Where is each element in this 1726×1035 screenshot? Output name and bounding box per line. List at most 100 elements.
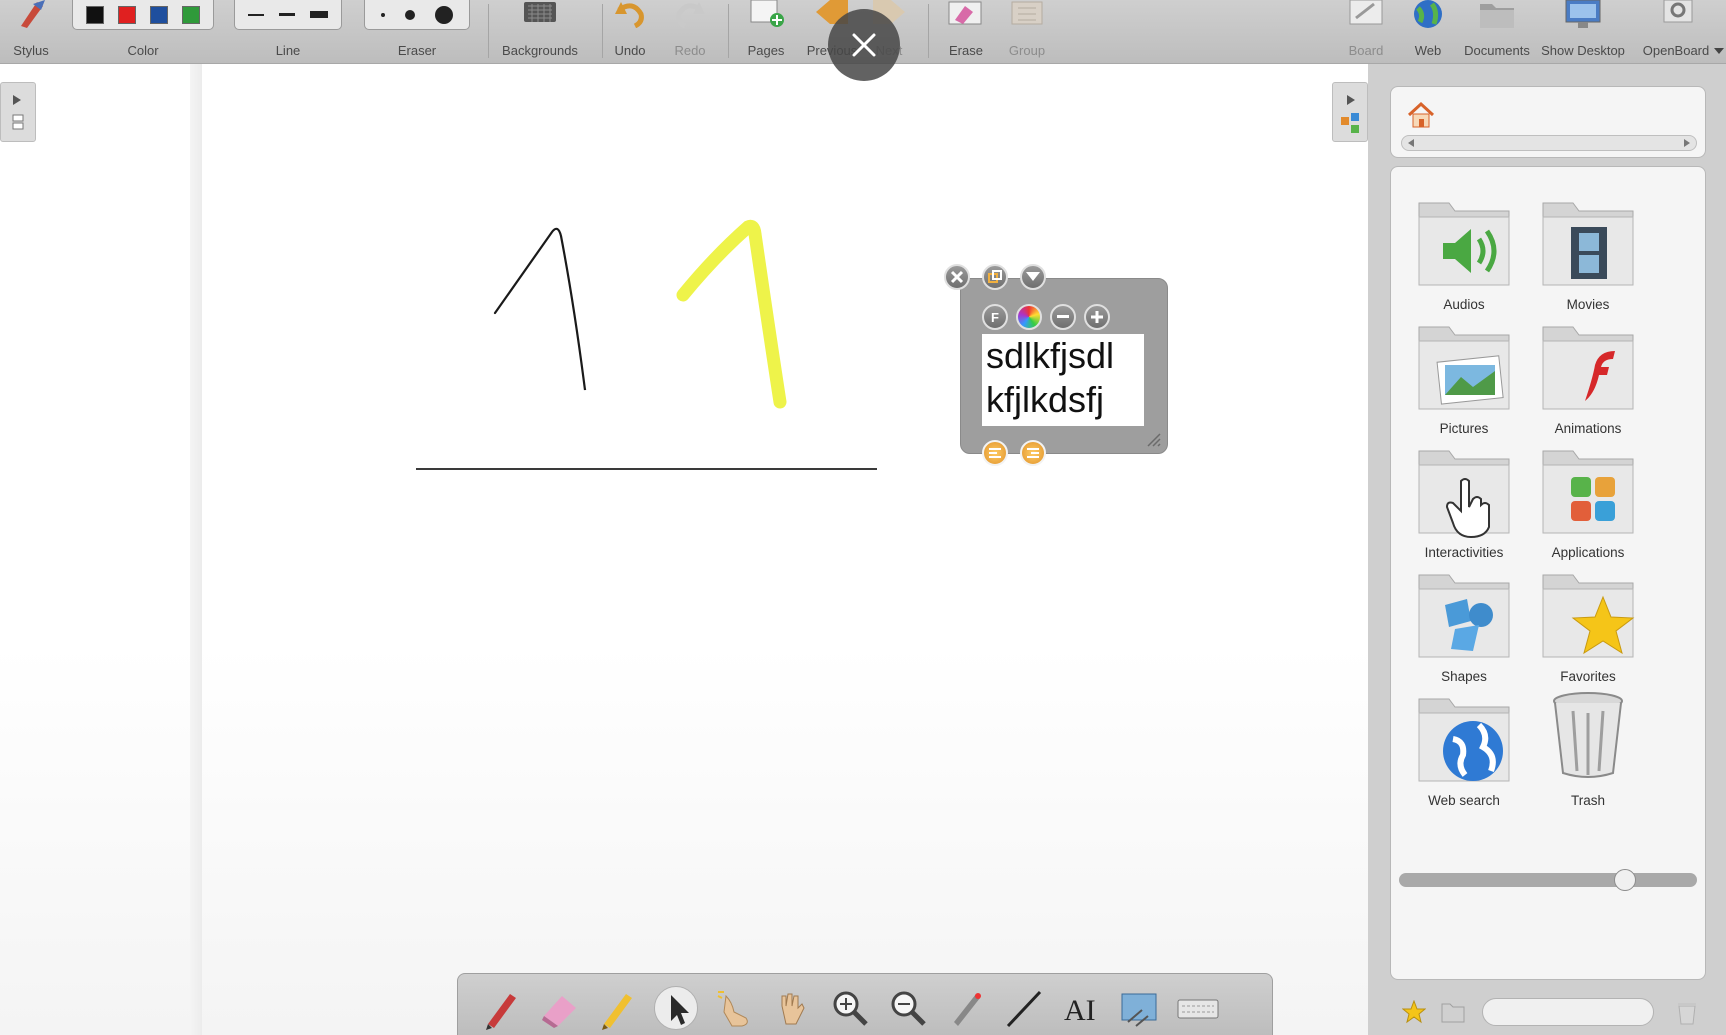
- text-icon: AI: [1064, 994, 1096, 1027]
- library-item-interactivities[interactable]: Interactivities: [1409, 431, 1519, 560]
- hand-icon: [781, 993, 805, 1025]
- library-items-grid: Audios Movies Pictures Animations Intera…: [1390, 166, 1706, 980]
- tool-hand[interactable]: [770, 986, 814, 1030]
- toolbar-undo-button[interactable]: Undo: [608, 0, 652, 64]
- text-align-right-button[interactable]: [1020, 440, 1046, 466]
- drawing-strokes: [416, 219, 877, 470]
- toolbar-show-desktop-button[interactable]: Show Desktop: [1540, 0, 1626, 64]
- eraser-large-option[interactable]: [435, 5, 453, 24]
- text-size-increase-button[interactable]: [1084, 304, 1110, 330]
- hand-pointer-icon: [1418, 450, 1510, 539]
- speaker-icon: [1418, 202, 1510, 286]
- backgrounds-icon: [524, 2, 556, 22]
- plus-icon: [1091, 311, 1103, 323]
- library-bottom-bar: [1390, 996, 1720, 1032]
- close-icon: [950, 270, 964, 284]
- color-swatch-green[interactable]: [182, 5, 200, 24]
- library-zoom-slider[interactable]: [1399, 869, 1697, 891]
- scroll-right-icon[interactable]: [1682, 138, 1692, 148]
- tool-text[interactable]: AI: [1060, 986, 1104, 1030]
- tool-capture[interactable]: [1118, 986, 1162, 1030]
- line-medium-option[interactable]: [278, 13, 295, 16]
- selector-icon: [671, 995, 689, 1025]
- library-item-applications[interactable]: Applications: [1533, 431, 1643, 560]
- delete-icon[interactable]: [1676, 1000, 1698, 1026]
- library-item-pictures[interactable]: Pictures: [1409, 307, 1519, 436]
- chevron-down-icon: [1026, 272, 1040, 281]
- tool-pen[interactable]: [480, 986, 524, 1030]
- toolbar-color-group: Color: [72, 0, 214, 64]
- library-zoom-slider-thumb[interactable]: [1614, 869, 1636, 891]
- new-folder-icon[interactable]: [1440, 1000, 1466, 1024]
- text-box-menu-button[interactable]: [1020, 264, 1046, 290]
- line-thin-option[interactable]: [248, 13, 265, 16]
- tool-selector[interactable]: [654, 986, 698, 1030]
- bottom-tool-palette: AI: [457, 973, 1273, 1035]
- web-globe-icon: [1414, 0, 1442, 28]
- toolbar-group-button[interactable]: Group: [1002, 0, 1052, 64]
- toolbar-redo-button[interactable]: Redo: [668, 0, 712, 64]
- library-item-trash[interactable]: Trash: [1533, 679, 1643, 808]
- board-icon: [1349, 0, 1383, 25]
- toolbar-stylus-button[interactable]: Stylus: [4, 0, 58, 64]
- tool-interact[interactable]: [712, 986, 756, 1030]
- eraser-small-option[interactable]: [381, 12, 385, 17]
- close-overlay-button[interactable]: [828, 9, 900, 81]
- tool-zoom-out[interactable]: [886, 986, 930, 1030]
- erase-all-icon: [948, 1, 982, 25]
- picture-icon: [1418, 326, 1510, 410]
- library-item-shapes[interactable]: Shapes: [1409, 555, 1519, 684]
- library-item-audios[interactable]: Audios: [1409, 183, 1519, 312]
- tool-zoom-in[interactable]: [828, 986, 872, 1030]
- apps-icon: [1542, 450, 1634, 534]
- capture-icon: [1121, 993, 1157, 1027]
- add-to-favorites-icon[interactable]: [1402, 1000, 1426, 1024]
- text-box-close-button[interactable]: [944, 264, 970, 290]
- toolbar-pages-button[interactable]: Pages: [744, 0, 788, 64]
- library-item-web-search[interactable]: Web search: [1409, 679, 1519, 808]
- interact-icon: [717, 991, 748, 1027]
- show-desktop-icon: [1565, 0, 1601, 28]
- group-icon: [1011, 1, 1043, 25]
- tool-virtual-keyboard[interactable]: [1176, 986, 1220, 1030]
- tool-laser-pointer[interactable]: [944, 986, 988, 1030]
- whiteboard-canvas[interactable]: F sdlkfjsdl kfjlkdsfj: [0, 64, 1368, 1035]
- keyboard-icon: [1177, 999, 1219, 1019]
- marker-icon: [602, 994, 632, 1030]
- eraser-medium-option[interactable]: [405, 9, 415, 20]
- color-swatch-blue[interactable]: [150, 5, 168, 24]
- scroll-left-icon[interactable]: [1406, 138, 1416, 148]
- text-size-decrease-button[interactable]: [1050, 304, 1076, 330]
- toolbar-openboard-menu[interactable]: OpenBoard: [1636, 0, 1724, 64]
- library-item-favorites[interactable]: Favorites: [1533, 555, 1643, 684]
- text-font-button[interactable]: F: [982, 304, 1008, 330]
- toolbar-backgrounds-button[interactable]: Backgrounds: [498, 0, 582, 64]
- zoom-in-icon: [833, 991, 868, 1026]
- svg-text:AI: AI: [1064, 994, 1096, 1027]
- line-thick-option[interactable]: [309, 11, 328, 18]
- toolbar-erase-button[interactable]: Erase: [942, 0, 990, 64]
- library-search-input[interactable]: [1482, 998, 1654, 1026]
- text-box-content[interactable]: sdlkfjsdl kfjlkdsfj: [982, 334, 1144, 426]
- pen-icon: [486, 994, 516, 1030]
- text-color-button[interactable]: [1016, 304, 1042, 330]
- color-swatch-black[interactable]: [86, 5, 104, 24]
- align-icon: [1027, 448, 1039, 458]
- font-icon: F: [991, 309, 999, 325]
- duplicate-icon: [988, 270, 1002, 283]
- tool-line[interactable]: [1002, 986, 1046, 1030]
- library-item-animations[interactable]: Animations: [1533, 307, 1643, 436]
- toolbar-web-button[interactable]: Web: [1406, 0, 1450, 64]
- tool-eraser[interactable]: [538, 986, 582, 1030]
- text-align-left-button[interactable]: [982, 440, 1008, 466]
- text-box-widget[interactable]: F sdlkfjsdl kfjlkdsfj: [944, 264, 1168, 466]
- toolbar-board-button[interactable]: Board: [1344, 0, 1388, 64]
- library-item-movies[interactable]: Movies: [1533, 183, 1643, 312]
- color-swatch-red[interactable]: [118, 5, 136, 24]
- text-box-duplicate-button[interactable]: [982, 264, 1008, 290]
- tool-marker[interactable]: [596, 986, 640, 1030]
- resize-handle-icon[interactable]: [1146, 432, 1162, 448]
- toolbar-documents-button[interactable]: Documents: [1462, 0, 1532, 64]
- library-path-scrollbar[interactable]: [1401, 135, 1697, 151]
- home-icon[interactable]: [1407, 101, 1435, 129]
